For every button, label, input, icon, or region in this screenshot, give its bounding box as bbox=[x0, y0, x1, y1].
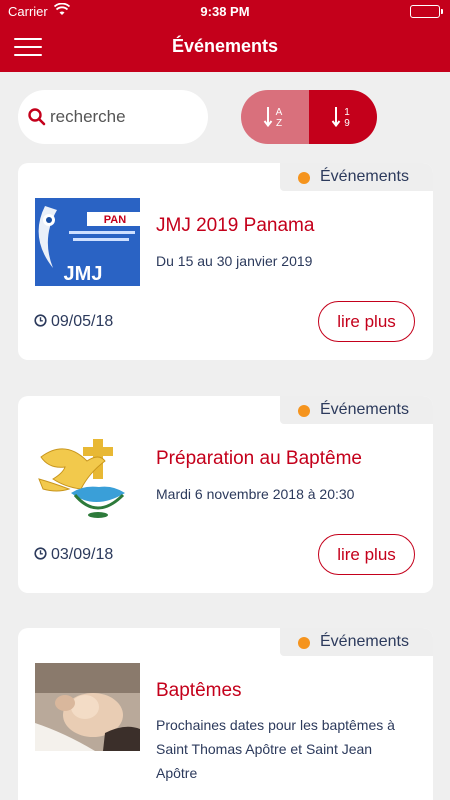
event-date: 03/09/18 bbox=[34, 546, 113, 564]
event-description-line: Apôtre bbox=[156, 765, 198, 781]
status-bar: Carrier 9:38 PM bbox=[0, 0, 450, 22]
clock-icon bbox=[34, 547, 47, 560]
event-description-line: Mardi 6 novembre 2018 à 20:30 bbox=[156, 486, 355, 502]
sort-numeric-icon: 1 9 bbox=[331, 107, 350, 129]
event-card[interactable]: Événements Baptêmes Prochaines dates pou… bbox=[18, 628, 433, 800]
read-more-button[interactable]: lire plus bbox=[318, 534, 415, 575]
category-badge: Événements bbox=[280, 396, 433, 424]
category-badge: Événements bbox=[280, 628, 433, 656]
category-dot-icon bbox=[298, 172, 310, 184]
event-thumbnail bbox=[35, 663, 140, 751]
event-thumbnail bbox=[35, 431, 140, 519]
sort-num-top: 1 bbox=[344, 107, 350, 118]
category-badge: Événements bbox=[280, 163, 433, 191]
event-description-line: Du 15 au 30 janvier 2019 bbox=[156, 253, 313, 269]
clock-icon bbox=[34, 314, 47, 327]
event-thumbnail: PAN JMJ bbox=[35, 198, 140, 286]
sort-alphabetical-button[interactable]: A Z bbox=[241, 90, 309, 144]
event-date: 09/05/18 bbox=[34, 313, 113, 331]
event-description: Prochaines dates pour les baptêmes à Sai… bbox=[156, 713, 426, 785]
thumb-logo-text: JMJ bbox=[64, 263, 103, 285]
category-label: Événements bbox=[320, 401, 409, 418]
event-description-line: Saint Thomas Apôtre et Saint Jean bbox=[156, 741, 373, 757]
page-title: Événements bbox=[171, 36, 279, 56]
event-description-line: Prochaines dates pour les baptêmes à bbox=[156, 717, 395, 733]
event-description: Mardi 6 novembre 2018 à 20:30 bbox=[156, 482, 426, 506]
sort-numeric-button[interactable]: 1 9 bbox=[309, 90, 377, 144]
sort-alpha-top: A bbox=[276, 107, 283, 118]
search-input[interactable] bbox=[50, 102, 200, 132]
sort-num-bottom: 9 bbox=[344, 118, 350, 129]
event-card[interactable]: Événements PAN JMJ JMJ 2019 Panama Du 15… bbox=[18, 163, 433, 360]
event-title: JMJ 2019 Panama bbox=[156, 215, 315, 236]
clock: 9:38 PM bbox=[200, 4, 250, 19]
sort-alpha-icon: A Z bbox=[263, 107, 283, 129]
navigation-bar: Événements bbox=[0, 22, 450, 72]
event-title: Préparation au Baptême bbox=[156, 448, 362, 469]
sort-toggle: A Z 1 9 bbox=[241, 90, 377, 144]
read-more-button[interactable]: lire plus bbox=[318, 301, 415, 342]
event-card[interactable]: Événements Préparation au Baptême Mardi … bbox=[18, 396, 433, 593]
event-description: Du 15 au 30 janvier 2019 bbox=[156, 249, 426, 273]
event-title: Baptêmes bbox=[156, 680, 242, 701]
event-date-text: 09/05/18 bbox=[51, 313, 114, 330]
search-box[interactable] bbox=[18, 90, 208, 144]
category-label: Événements bbox=[320, 168, 409, 185]
sort-alpha-bottom: Z bbox=[276, 118, 282, 129]
search-icon bbox=[28, 108, 46, 131]
category-label: Événements bbox=[320, 633, 409, 650]
category-dot-icon bbox=[298, 637, 310, 649]
thumb-banner-text: PAN bbox=[104, 214, 126, 226]
event-date-text: 03/09/18 bbox=[51, 546, 114, 563]
hamburger-menu-icon[interactable] bbox=[14, 38, 42, 56]
category-dot-icon bbox=[298, 405, 310, 417]
battery-icon bbox=[410, 5, 443, 18]
